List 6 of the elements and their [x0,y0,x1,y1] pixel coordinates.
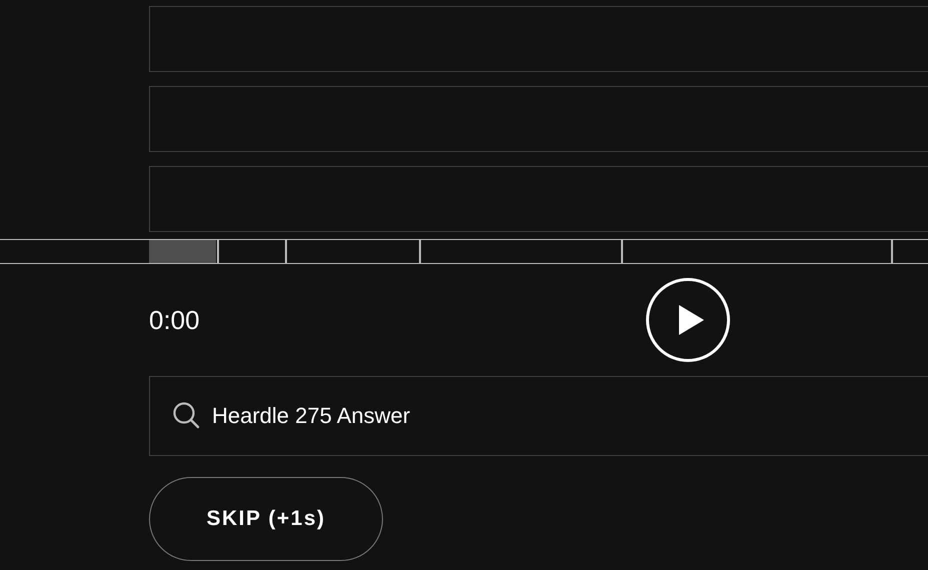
play-button[interactable] [646,278,730,362]
play-icon [676,303,706,337]
time-label: 0:00 [149,304,200,336]
search-icon [172,401,200,429]
skip-button[interactable]: SKIP (+1s) [149,477,383,561]
search-field[interactable]: Heardle 275 Answer [149,376,928,456]
